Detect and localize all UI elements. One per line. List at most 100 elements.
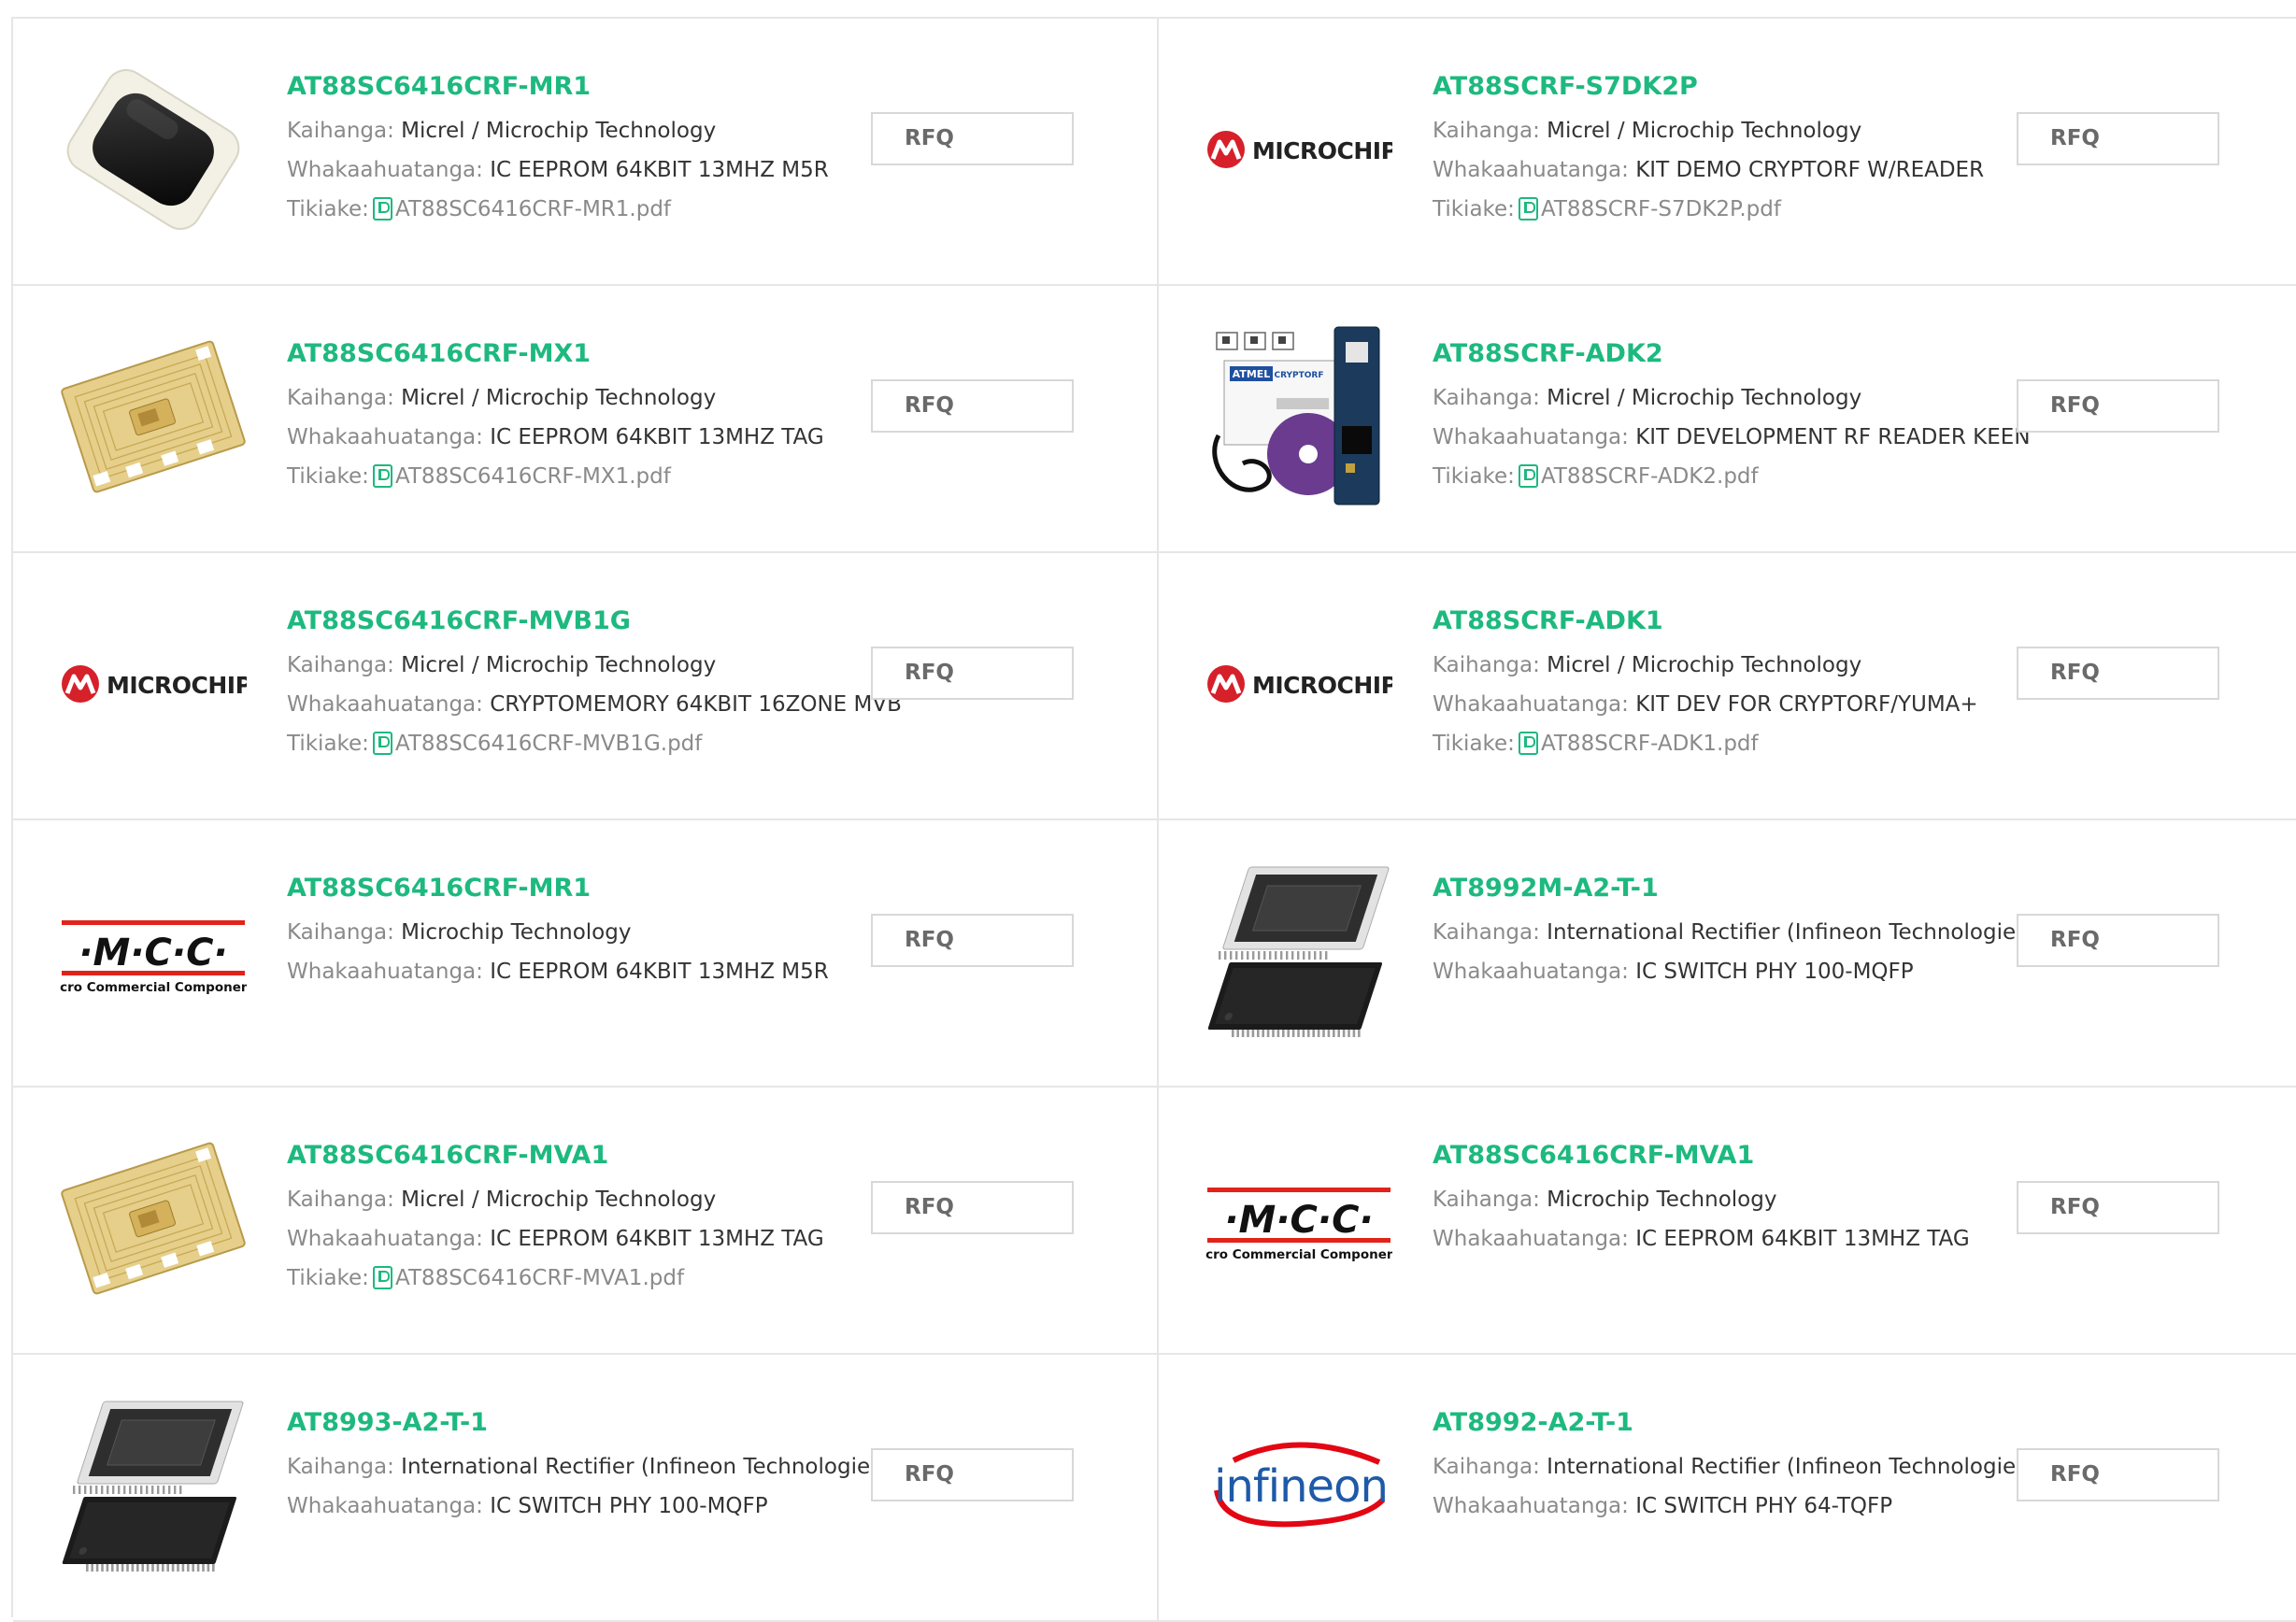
- datasheet-row: Tikiake: AT88SC6416CRF-MVA1.pdf: [287, 1259, 885, 1298]
- pdf-icon[interactable]: [372, 732, 392, 755]
- qfp-chip-icon: [60, 1392, 247, 1579]
- description-row: Whakaahuatanga: IC EEPROM 64KBIT 13MHZ T…: [287, 418, 885, 457]
- manufacturer-value: Micrel / Microchip Technology: [1547, 119, 1862, 143]
- product-image[interactable]: infineon: [1205, 1392, 1392, 1579]
- description-row: Whakaahuatanga: IC SWITCH PHY 64-TQFP: [1433, 1487, 2031, 1526]
- description-label: Whakaahuatanga:: [1433, 158, 1629, 182]
- product-image[interactable]: [1205, 858, 1392, 1045]
- datasheet-link[interactable]: AT88SC6416CRF-MR1.pdf: [395, 197, 671, 221]
- description-row: Whakaahuatanga: IC EEPROM 64KBIT 13MHZ T…: [1433, 1219, 2031, 1259]
- manufacturer-label: Kaihanga:: [287, 1188, 394, 1212]
- part-number-link[interactable]: AT88SC6416CRF-MVA1: [1433, 1140, 1754, 1172]
- datasheet-link[interactable]: AT88SCRF-ADK1.pdf: [1541, 732, 1759, 756]
- rfq-button[interactable]: RFQ: [871, 379, 1074, 433]
- pdf-icon[interactable]: [1518, 197, 1538, 221]
- pdf-icon[interactable]: [372, 197, 392, 221]
- rfq-button[interactable]: RFQ: [2017, 647, 2219, 700]
- product-image[interactable]: [60, 323, 247, 510]
- product-info: AT88SC6416CRF-MX1 Kaihanga: Micrel / Mic…: [287, 338, 885, 496]
- rfq-button[interactable]: RFQ: [2017, 1181, 2219, 1234]
- product-image[interactable]: [60, 56, 247, 243]
- product-info: AT88SC6416CRF-MVB1G Kaihanga: Micrel / M…: [287, 605, 902, 763]
- product-info: AT88SC6416CRF-MR1 Kaihanga: Micrel / Mic…: [287, 71, 885, 229]
- part-number-link[interactable]: AT88SC6416CRF-MR1: [287, 873, 591, 904]
- rfq-button[interactable]: RFQ: [871, 647, 1074, 700]
- manufacturer-row: Kaihanga: Microchip Technology: [1433, 1180, 2031, 1219]
- part-number-link[interactable]: AT8992M-A2-T-1: [1433, 873, 1659, 904]
- manufacturer-value: Micrel / Microchip Technology: [401, 1188, 717, 1212]
- pdf-icon[interactable]: [1518, 464, 1538, 488]
- product-image[interactable]: MICROCHIP: [1205, 56, 1392, 243]
- product-image[interactable]: MICROCHIP: [60, 590, 247, 777]
- product-info: AT88SCRF-ADK1 Kaihanga: Micrel / Microch…: [1433, 605, 2031, 763]
- manufacturer-row: Kaihanga: Micrel / Microchip Technology: [287, 378, 885, 418]
- rfq-button[interactable]: RFQ: [2017, 112, 2219, 165]
- rfq-button[interactable]: RFQ: [871, 1181, 1074, 1234]
- product-info: AT8992-A2-T-1 Kaihanga: International Re…: [1433, 1407, 2035, 1526]
- manufacturer-row: Kaihanga: Micrel / Microchip Technology: [1433, 378, 2031, 418]
- product-card: MICROCHIP AT88SC6416CRF-MVB1G Kaihanga: …: [13, 553, 1159, 820]
- part-number-link[interactable]: AT88SC6416CRF-MVA1: [287, 1140, 608, 1172]
- product-info: AT88SCRF-ADK2 Kaihanga: Micrel / Microch…: [1433, 338, 2031, 496]
- description-row: Whakaahuatanga: IC EEPROM 64KBIT 13MHZ M…: [287, 952, 885, 991]
- part-number-link[interactable]: AT88SC6416CRF-MVB1G: [287, 605, 631, 637]
- description-value: KIT DEMO CRYPTORF W/READER: [1635, 158, 1985, 182]
- product-image[interactable]: [60, 1392, 247, 1579]
- svg-text:MICROCHIP: MICROCHIP: [107, 672, 247, 699]
- description-value: IC EEPROM 64KBIT 13MHZ M5R: [490, 960, 829, 984]
- manufacturer-label: Kaihanga:: [1433, 920, 1540, 945]
- datasheet-row: Tikiake: AT88SCRF-ADK1.pdf: [1433, 724, 2031, 763]
- description-label: Whakaahuatanga:: [1433, 692, 1629, 717]
- product-image[interactable]: MICROCHIP: [1205, 590, 1392, 777]
- part-number-link[interactable]: AT88SCRF-ADK2: [1433, 338, 1663, 370]
- datasheet-link[interactable]: AT88SC6416CRF-MVA1.pdf: [395, 1266, 684, 1290]
- datasheet-link[interactable]: AT88SC6416CRF-MVB1G.pdf: [395, 732, 702, 756]
- product-image[interactable]: ·M·C·C· Micro Commercial Components: [60, 858, 247, 1045]
- description-row: Whakaahuatanga: IC SWITCH PHY 100-MQFP: [1433, 952, 2031, 991]
- part-number-link[interactable]: AT88SC6416CRF-MX1: [287, 338, 591, 370]
- manufacturer-value: Micrel / Microchip Technology: [401, 119, 717, 143]
- manufacturer-label: Kaihanga:: [287, 920, 394, 945]
- description-value: KIT DEV FOR CRYPTORF/YUMA+: [1635, 692, 1978, 717]
- product-card: AT88SC6416CRF-MVA1 Kaihanga: Micrel / Mi…: [13, 1088, 1159, 1355]
- part-number-link[interactable]: AT88SCRF-ADK1: [1433, 605, 1663, 637]
- product-image[interactable]: ·M·C·C· Micro Commercial Components: [1205, 1125, 1392, 1312]
- description-label: Whakaahuatanga:: [287, 425, 483, 449]
- datasheet-link[interactable]: AT88SCRF-ADK2.pdf: [1541, 464, 1759, 489]
- rfq-button[interactable]: RFQ: [2017, 1448, 2219, 1501]
- pdf-icon[interactable]: [1518, 732, 1538, 755]
- rfq-button[interactable]: RFQ: [871, 1448, 1074, 1501]
- rfq-button[interactable]: RFQ: [871, 914, 1074, 967]
- part-number-link[interactable]: AT88SCRF-S7DK2P: [1433, 71, 1698, 103]
- description-label: Whakaahuatanga:: [287, 692, 483, 717]
- description-value: CRYPTOMEMORY 64KBIT 16ZONE MVB: [490, 692, 902, 717]
- mcc-logo: ·M·C·C· Micro Commercial Components: [60, 920, 247, 995]
- rfid-tag-icon: [60, 1125, 247, 1312]
- manufacturer-label: Kaihanga:: [1433, 653, 1540, 677]
- manufacturer-row: Kaihanga: International Rectifier (Infin…: [1433, 913, 2035, 952]
- manufacturer-row: Kaihanga: Micrel / Microchip Technology: [287, 1180, 885, 1219]
- pdf-icon[interactable]: [372, 464, 392, 488]
- rfq-button[interactable]: RFQ: [2017, 914, 2219, 967]
- description-label: Whakaahuatanga:: [1433, 425, 1629, 449]
- product-info: AT88SC6416CRF-MVA1 Kaihanga: Micrel / Mi…: [287, 1140, 885, 1298]
- product-image[interactable]: [60, 1125, 247, 1312]
- description-value: KIT DEVELOPMENT RF READER KEEN: [1635, 425, 2031, 449]
- description-value: IC EEPROM 64KBIT 13MHZ TAG: [1635, 1227, 1970, 1251]
- rfq-button[interactable]: RFQ: [871, 112, 1074, 165]
- datasheet-row: Tikiake: AT88SC6416CRF-MR1.pdf: [287, 190, 885, 229]
- manufacturer-label: Kaihanga:: [1433, 119, 1540, 143]
- datasheet-label: Tikiake:: [287, 197, 369, 221]
- chip-module-black-icon: [60, 56, 247, 243]
- part-number-link[interactable]: AT88SC6416CRF-MR1: [287, 71, 591, 103]
- part-number-link[interactable]: AT8992-A2-T-1: [1433, 1407, 1633, 1439]
- rfq-button[interactable]: RFQ: [2017, 379, 2219, 433]
- pdf-icon[interactable]: [372, 1266, 392, 1289]
- datasheet-link[interactable]: AT88SC6416CRF-MX1.pdf: [395, 464, 671, 489]
- part-number-link[interactable]: AT8993-A2-T-1: [287, 1407, 488, 1439]
- product-image[interactable]: ATMEL CRYPTORF: [1205, 323, 1392, 510]
- description-row: Whakaahuatanga: CRYPTOMEMORY 64KBIT 16ZO…: [287, 685, 902, 724]
- svg-text:ATMEL: ATMEL: [1233, 368, 1271, 380]
- manufacturer-row: Kaihanga: Micrel / Microchip Technology: [1433, 646, 2031, 685]
- datasheet-link[interactable]: AT88SCRF-S7DK2P.pdf: [1541, 197, 1781, 221]
